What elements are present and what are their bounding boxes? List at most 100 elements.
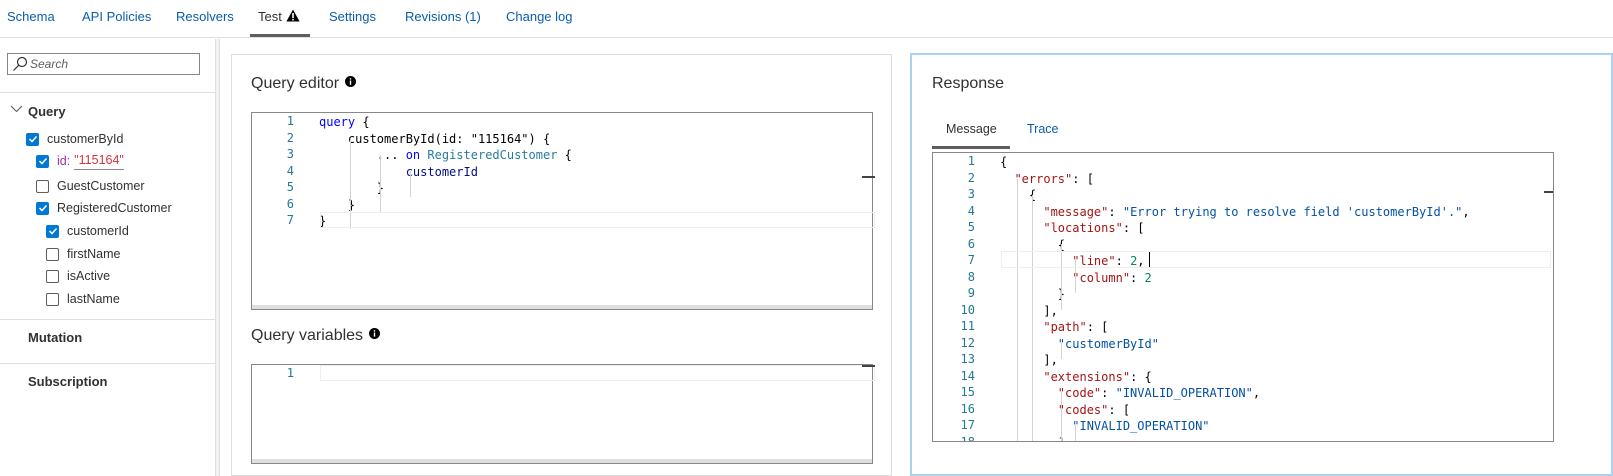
query-section-header[interactable]: Query	[28, 104, 66, 119]
tab-message[interactable]: Message	[946, 122, 997, 136]
checkbox[interactable]	[36, 201, 49, 215]
checkbox[interactable]	[36, 154, 49, 168]
tab-change-log[interactable]: Change log	[506, 0, 573, 38]
line-number: 7	[286, 213, 294, 227]
code-line: "errors": [	[1000, 171, 1093, 188]
line-number: 2	[286, 130, 294, 145]
line-number: 11	[960, 319, 975, 333]
tab-settings[interactable]: Settings	[329, 0, 376, 38]
line-number: 7	[967, 253, 975, 267]
tab-schema[interactable]: Schema	[7, 0, 55, 38]
indent-guide	[380, 155, 381, 213]
tree-item-lastname[interactable]: lastName	[46, 290, 120, 308]
query-variables-title-text: Query variables	[251, 327, 364, 344]
line-number: 2	[967, 170, 975, 185]
divider	[0, 92, 215, 93]
tab-trace[interactable]: Trace	[1027, 122, 1059, 136]
code-token: "column"	[1072, 270, 1131, 285]
query-editor[interactable]: 1 query {2 customerById(id: "115164") {3 …	[251, 112, 873, 310]
overview-ruler-marker	[862, 365, 875, 367]
code-token: "Error trying to resolve field 'customer…	[1122, 204, 1463, 219]
line-number: 4	[967, 203, 975, 218]
checkbox[interactable]	[46, 224, 59, 238]
response-title: Response	[932, 75, 1005, 92]
code-line: "codes": [	[1000, 402, 1130, 419]
code-line: "message": "Error trying to resolve fiel…	[1000, 204, 1469, 221]
code-token: "extensions"	[1043, 369, 1131, 384]
tree-item-label: lastName	[67, 292, 120, 306]
chevron-down-icon[interactable]	[10, 104, 23, 114]
indent-guide	[1032, 195, 1033, 441]
indent-guide	[1061, 343, 1062, 359]
sidebar-resize-handle[interactable]	[215, 39, 220, 476]
code-token: {	[1000, 188, 1037, 202]
line-number: 5	[967, 220, 975, 234]
line-number: 18	[960, 434, 975, 442]
horizontal-scrollbar[interactable]	[252, 459, 872, 463]
tree-item-registeredcustomer[interactable]: RegisteredCustomer	[36, 199, 172, 217]
info-icon[interactable]	[369, 328, 381, 339]
code-token: customerById(id:	[319, 131, 471, 146]
tab-api-policies[interactable]: API Policies	[82, 0, 151, 38]
checkbox[interactable]	[46, 269, 59, 283]
code-token: ) {	[528, 131, 551, 146]
line-number: 6	[967, 236, 975, 251]
tree-item-customerid[interactable]: customerId	[46, 222, 129, 240]
tree-item-guestcustomer[interactable]: GuestCustomer	[36, 177, 145, 195]
tab-test[interactable]: Test	[250, 0, 310, 38]
line-number: 14	[960, 368, 975, 383]
search-icon	[13, 56, 28, 71]
tree-item-firstname[interactable]: firstName	[46, 245, 120, 263]
code-token: "INVALID_OPERATION"	[1115, 386, 1253, 400]
argument-name: id:	[57, 154, 71, 168]
horizontal-scrollbar[interactable]	[252, 305, 872, 309]
tree-item-label: customerById	[47, 132, 124, 146]
tree-item-isactive[interactable]: isActive	[46, 267, 110, 285]
indent-guide	[410, 171, 411, 197]
line-number: 1	[286, 366, 294, 380]
tab-resolvers[interactable]: Resolvers	[176, 0, 234, 38]
mutation-section-header[interactable]: Mutation	[28, 330, 82, 345]
indent-guide	[1061, 392, 1062, 441]
subscription-section-header[interactable]: Subscription	[28, 374, 107, 389]
code-token: :	[1101, 386, 1116, 400]
query-variables-title: Query variables	[251, 327, 381, 345]
code-line: "code": "INVALID_OPERATION",	[1000, 385, 1260, 402]
response-viewer[interactable]: 1{2 "errors": [3 {4 "message": "Error tr…	[932, 152, 1554, 442]
code-line: customerById(id: "115164") {	[319, 131, 550, 148]
tree-item-id-argument[interactable]: id: "115164"	[36, 152, 124, 170]
tree-item-customerbyid[interactable]: customerById	[26, 130, 123, 148]
code-token: {	[355, 115, 370, 129]
code-token: "path"	[1043, 320, 1087, 334]
argument-value-input[interactable]: "115164"	[74, 153, 124, 170]
divider	[0, 319, 215, 320]
overview-ruler-marker	[1544, 191, 1553, 193]
divider	[0, 363, 215, 364]
checkbox[interactable]	[46, 247, 59, 261]
checkbox[interactable]	[46, 292, 59, 306]
line-number: 10	[960, 302, 975, 317]
checkbox[interactable]	[36, 179, 49, 193]
code-token: ,	[1252, 386, 1261, 400]
code-token: "codes"	[1057, 402, 1109, 417]
line-number: 3	[286, 147, 294, 161]
search-box[interactable]	[7, 53, 200, 75]
code-token: }	[319, 181, 385, 195]
query-editor-title: Query editor	[251, 75, 357, 93]
line-number: 4	[286, 163, 294, 178]
query-editor-title-text: Query editor	[251, 75, 340, 92]
checkbox[interactable]	[26, 132, 39, 146]
search-input[interactable]	[30, 56, 195, 72]
info-icon[interactable]	[345, 76, 357, 87]
tree-item-label: GuestCustomer	[57, 179, 145, 193]
code-token: RegisteredCustomer	[427, 148, 558, 162]
code-token: "locations"	[1043, 221, 1123, 235]
line-number: 15	[960, 385, 975, 399]
current-line-highlight	[320, 365, 875, 381]
code-line: ],	[1000, 352, 1057, 369]
tab-revisions[interactable]: Revisions (1)	[405, 0, 481, 38]
